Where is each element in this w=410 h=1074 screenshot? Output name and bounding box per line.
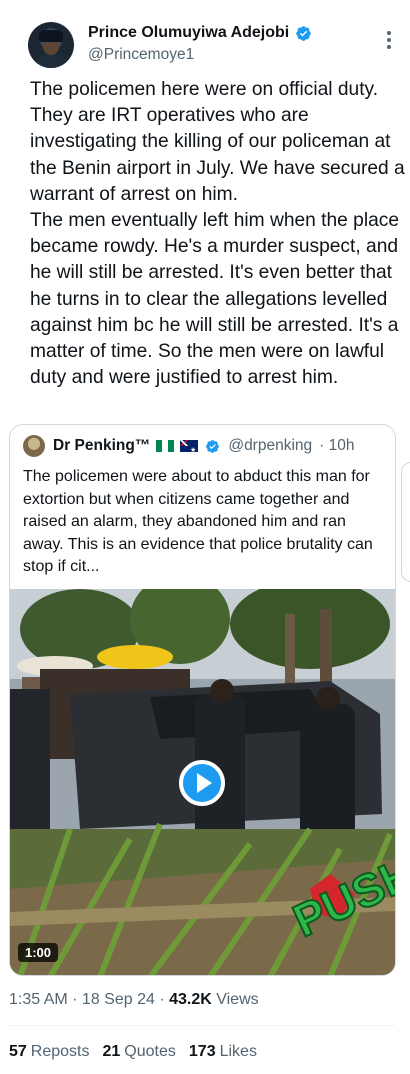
- author-handle[interactable]: @Princemoye1: [88, 46, 194, 64]
- verified-badge-icon: [296, 25, 311, 41]
- author-name-row: Prince Olumuyiwa Adejobi: [88, 24, 312, 42]
- tweet-text: The policemen here were on official duty…: [30, 79, 405, 389]
- views-label: Views: [211, 991, 259, 1008]
- views-count[interactable]: 43.2K: [169, 991, 212, 1008]
- likes-stat[interactable]: 173 Likes: [189, 1043, 257, 1061]
- tweet-header: Prince Olumuyiwa Adejobi @Princemoye1: [0, 0, 410, 80]
- author-display-name[interactable]: Prince Olumuyiwa Adejobi: [88, 24, 289, 42]
- more-options-icon[interactable]: [376, 27, 402, 53]
- video-duration-badge: 1:00: [18, 943, 59, 962]
- quoted-author-avatar[interactable]: [23, 435, 45, 457]
- engagement-stats: 57 Reposts 21 Quotes 173 Likes: [9, 1043, 257, 1061]
- quoted-tweet-header: Dr Penking™ @drpenking · 10h: [23, 435, 354, 457]
- video-player[interactable]: PUSH EM 1:00: [10, 589, 395, 975]
- author-avatar[interactable]: [28, 22, 74, 68]
- nigeria-flag-icon: [156, 440, 175, 452]
- quoted-author-handle[interactable]: @drpenking: [228, 437, 312, 455]
- tweet-timestamp[interactable]: 1:35 AM · 18 Sep 24 ·: [9, 991, 169, 1008]
- reposts-stat[interactable]: 57 Reposts: [9, 1043, 90, 1061]
- quotes-stat[interactable]: 21 Quotes: [103, 1043, 176, 1061]
- quoted-tweet[interactable]: Dr Penking™ @drpenking · 10h The policem…: [9, 424, 396, 976]
- stats-divider: [9, 1025, 395, 1026]
- quoted-tweet-text: The policemen were about to abduct this …: [23, 468, 373, 575]
- tweet-metadata: 1:35 AM · 18 Sep 24 · 43.2K Views: [9, 991, 259, 1009]
- quoted-author-name[interactable]: Dr Penking™: [53, 437, 150, 455]
- verified-badge-icon: [206, 439, 220, 453]
- australia-flag-icon: [180, 440, 199, 454]
- play-button[interactable]: [179, 760, 225, 806]
- adjacent-card-edge: [401, 462, 410, 582]
- play-icon: [196, 773, 212, 793]
- quoted-tweet-time: · 10h: [319, 437, 355, 454]
